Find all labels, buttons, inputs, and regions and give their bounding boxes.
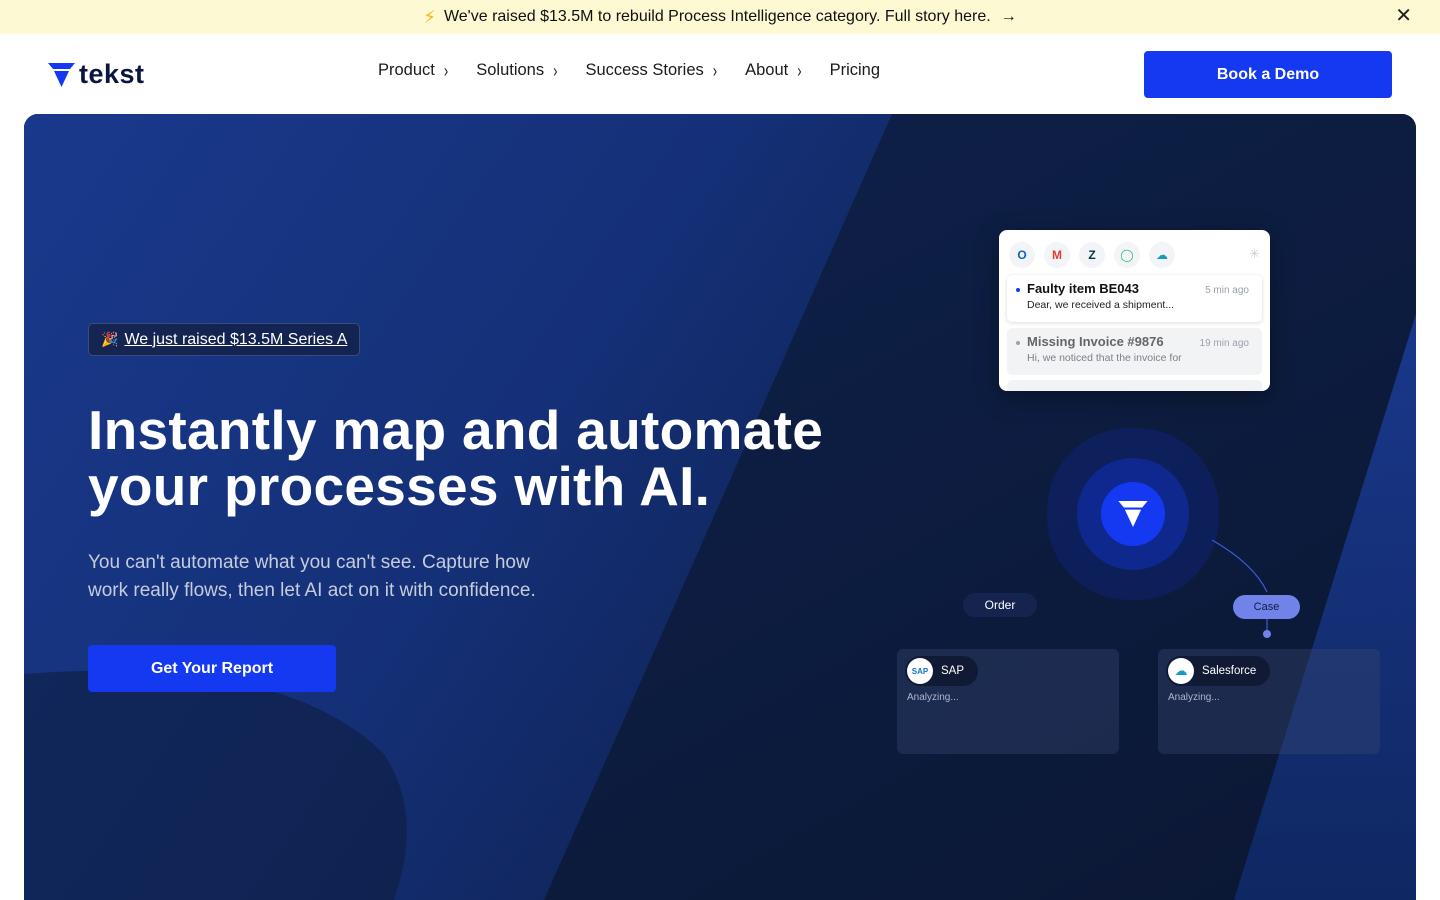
app-icons-row: O M Z ◯ ☁ bbox=[1009, 242, 1184, 268]
salesforce-icon: ☁ bbox=[1149, 242, 1175, 268]
chevron-right-icon: › bbox=[797, 60, 802, 81]
email-preview: Dear, we received a shipment... bbox=[1027, 299, 1175, 311]
chevron-right-icon: › bbox=[553, 60, 558, 81]
nav-item-about[interactable]: About › bbox=[745, 60, 802, 81]
logo-mark-icon bbox=[1118, 501, 1148, 527]
main-menu: Product › Solutions › Success Stories › … bbox=[378, 60, 908, 81]
funding-badge[interactable]: 🎉 We just raised $13.5M Series A bbox=[88, 323, 361, 356]
system-name: Salesforce bbox=[1202, 665, 1257, 677]
nav-item-product[interactable]: Product › bbox=[378, 60, 449, 81]
email-item[interactable]: Missing Invoice #9876 19 min ago Hi, we … bbox=[1007, 328, 1262, 375]
lightning-bolt-icon: ⚡ bbox=[423, 6, 436, 27]
loading-spinner-icon: ✳ bbox=[1249, 246, 1260, 261]
nav-item-label: About bbox=[745, 61, 789, 79]
system-panel-sap: SAP SAP Analyzing... bbox=[897, 649, 1119, 754]
get-report-button[interactable]: Get Your Report bbox=[88, 645, 336, 692]
inbox-card: O M Z ◯ ☁ ✳ Faulty item BE043 5 min ago … bbox=[999, 230, 1270, 391]
case-tag: Case bbox=[1233, 595, 1300, 619]
chevron-right-icon: › bbox=[443, 60, 449, 81]
subheadline-line-2: work really flows, then let AI act on it… bbox=[88, 580, 536, 601]
read-dot-icon bbox=[1016, 341, 1020, 345]
nav-item-solutions[interactable]: Solutions › bbox=[476, 60, 558, 81]
announcement-bar[interactable]: ⚡ We've raised $13.5M to rebuild Process… bbox=[0, 0, 1440, 34]
freshdesk-icon: ◯ bbox=[1114, 242, 1140, 268]
system-status: Analyzing... bbox=[907, 692, 959, 703]
email-item[interactable]: Faulty item BE043 5 min ago Dear, we rec… bbox=[1007, 275, 1262, 322]
sap-icon: SAP bbox=[907, 658, 933, 684]
order-tag: Order bbox=[963, 593, 1037, 617]
book-demo-button[interactable]: Book a Demo bbox=[1144, 51, 1392, 98]
email-item-partial bbox=[1007, 380, 1262, 391]
nav-item-pricing[interactable]: Pricing bbox=[830, 61, 880, 80]
connector-dot bbox=[1263, 630, 1271, 638]
party-popper-icon: 🎉 bbox=[101, 331, 119, 347]
nav-item-label: Solutions bbox=[476, 61, 545, 79]
system-chip: ☁ Salesforce bbox=[1166, 656, 1271, 686]
email-preview: Hi, we noticed that the invoice for bbox=[1027, 352, 1182, 364]
logo-text: tekst bbox=[79, 59, 145, 89]
salesforce-icon: ☁ bbox=[1168, 658, 1194, 684]
email-time: 5 min ago bbox=[1205, 285, 1249, 296]
nav-item-success-stories[interactable]: Success Stories › bbox=[585, 60, 718, 81]
funding-badge-text: We just raised $13.5M Series A bbox=[124, 330, 348, 348]
outlook-icon: O bbox=[1009, 242, 1035, 268]
system-panel-salesforce: ☁ Salesforce Analyzing... bbox=[1158, 649, 1380, 754]
headline-line-2: your processes with AI. bbox=[88, 455, 711, 517]
headline-line-1: Instantly map and automate bbox=[88, 399, 824, 461]
tekst-orb bbox=[1101, 482, 1165, 546]
system-name: SAP bbox=[941, 665, 965, 677]
close-icon[interactable]: ✕ bbox=[1395, 6, 1412, 26]
hero-subheadline: You can't automate what you can't see. C… bbox=[88, 549, 628, 605]
logo-mark-icon bbox=[48, 62, 75, 87]
announcement-text[interactable]: We've raised $13.5M to rebuild Process I… bbox=[444, 8, 991, 26]
nav-item-label: Product bbox=[378, 61, 435, 79]
chevron-right-icon: › bbox=[712, 60, 718, 81]
hero-section: 🎉 We just raised $13.5M Series A Instant… bbox=[24, 114, 1416, 900]
system-status: Analyzing... bbox=[1168, 692, 1220, 703]
subheadline-line-1: You can't automate what you can't see. C… bbox=[88, 552, 530, 573]
unread-dot-icon bbox=[1016, 288, 1020, 292]
zendesk-icon: Z bbox=[1079, 242, 1105, 268]
nav-item-label: Pricing bbox=[829, 61, 880, 79]
email-time: 19 min ago bbox=[1199, 338, 1249, 349]
logo[interactable]: tekst bbox=[48, 59, 145, 90]
top-navigation: tekst Product › Solutions › Success Stor… bbox=[0, 34, 1440, 114]
nav-item-label: Success Stories bbox=[585, 61, 704, 79]
gmail-icon: M bbox=[1044, 242, 1070, 268]
hero-headline: Instantly map and automate your processe… bbox=[88, 402, 908, 514]
system-chip: SAP SAP bbox=[905, 656, 979, 686]
arrow-right-icon: → bbox=[1000, 8, 1017, 25]
